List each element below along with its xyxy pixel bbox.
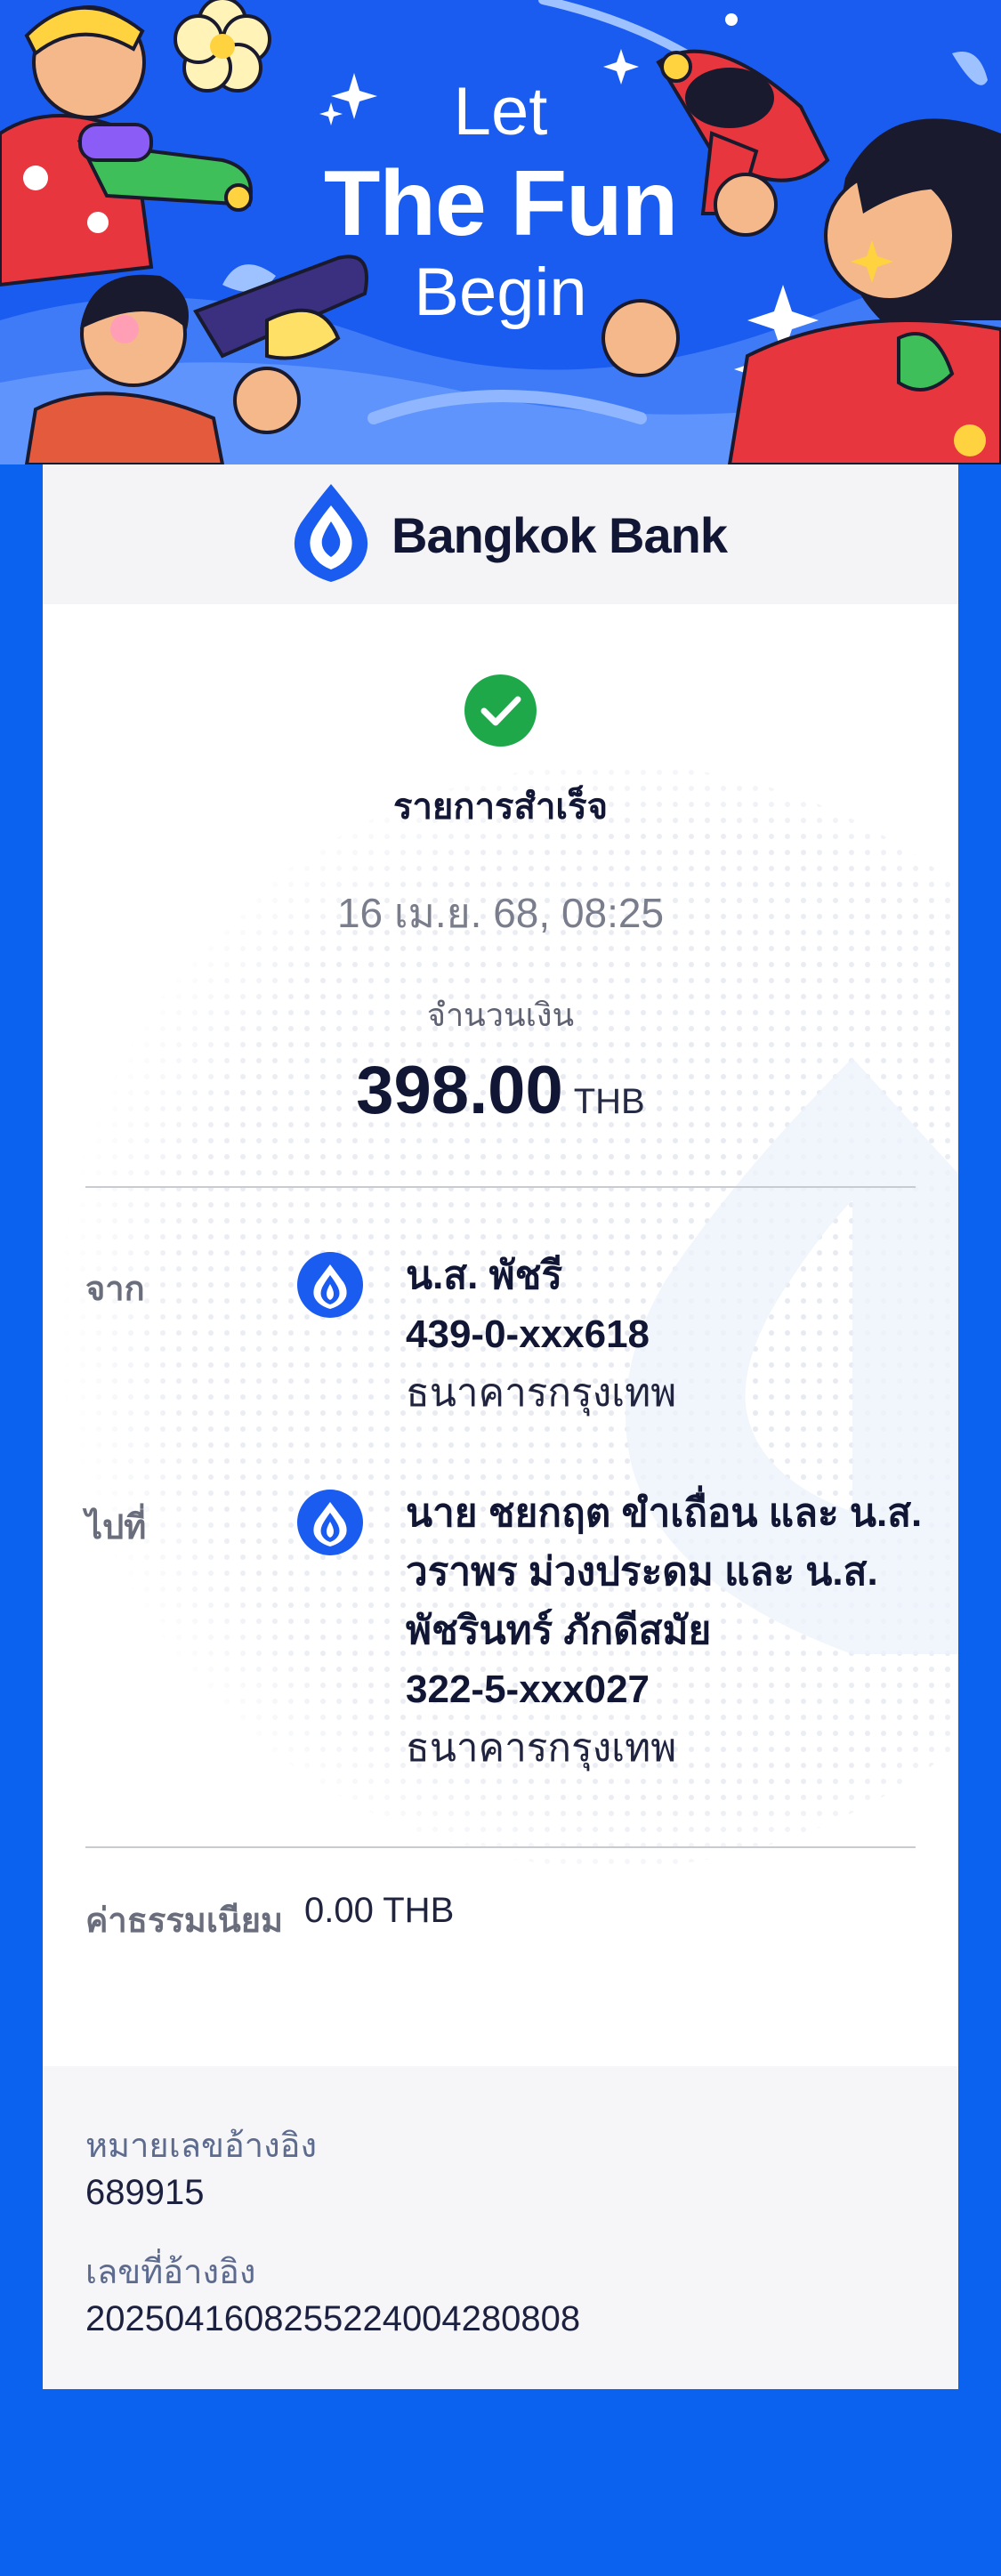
to-name-line: นาย ชยกฤต ขำเถื่อน และ น.ส. (406, 1491, 923, 1535)
divider (85, 1846, 916, 1848)
from-party: น.ส. พัชรี 439-0-xxx618 ธนาคารกรุงเทพ (406, 1247, 940, 1423)
banner-line-1: Let (453, 74, 548, 149)
card-header: Bangkok Bank (43, 464, 958, 604)
from-label: จาก (85, 1271, 145, 1308)
bangkok-bank-logo-icon (297, 1490, 363, 1560)
fee-label: ค่าธรรมเนียม (85, 1902, 284, 1940)
ref-id-value: 2025041608255224004280808 (85, 2299, 581, 2338)
amount-label: จำนวนเงิน (426, 997, 575, 1033)
to-bank: ธนาคารกรุงเทพ (406, 1726, 677, 1770)
ref-number-label: หมายเลขอ้างอิง (85, 2128, 318, 2165)
to-party: นาย ชยกฤต ขำเถื่อน และ น.ส. วราพร ม่วงปร… (406, 1484, 940, 1778)
transaction-status: รายการสำเร็จ (392, 787, 608, 827)
amount-row: 398.00 THB (43, 1052, 958, 1129)
banner-headline: Let The Fun Begin (0, 69, 1001, 333)
reference-section: หมายเลขอ้างอิง 689915 เลขที่อ้างอิง 2025… (43, 2066, 958, 2389)
amount-value: 398.00 (356, 1053, 563, 1128)
bangkok-bank-logo-icon (297, 1252, 363, 1322)
receipt-card: Bangkok Bank รายการสำเร็จ 16 เม.ย. 68, 0… (43, 464, 958, 2389)
from-account: 439-0-xxx618 (406, 1312, 650, 1356)
to-account: 322-5-xxx027 (406, 1668, 650, 1711)
brand-name: Bangkok Bank (392, 506, 728, 563)
from-bank: ธนาคารกรุงเทพ (406, 1371, 677, 1415)
amount-currency: THB (573, 1082, 645, 1121)
promo-banner: Let The Fun Begin (0, 0, 1001, 464)
bangkok-bank-logo-icon (290, 480, 372, 590)
to-label: ไปที่ (85, 1509, 147, 1546)
ref-number-value: 689915 (85, 2173, 205, 2212)
banner-line-2: The Fun (323, 152, 678, 255)
from-name: น.ส. พัชรี (406, 1254, 563, 1297)
ref-id-label: เลขที่อ้างอิง (85, 2254, 256, 2291)
brand: Bangkok Bank (290, 480, 728, 590)
to-name-line: พัชรินทร์ ภักดีสมัย (406, 1609, 712, 1652)
transaction-datetime: 16 เม.ย. 68, 08:25 (336, 890, 665, 936)
divider (85, 1186, 916, 1188)
banner-line-3: Begin (414, 254, 587, 330)
success-check-icon (464, 674, 537, 751)
fee-value: 0.00 THB (304, 1891, 455, 1930)
to-name-line: วราพร ม่วงประดม และ น.ส. (406, 1550, 878, 1594)
